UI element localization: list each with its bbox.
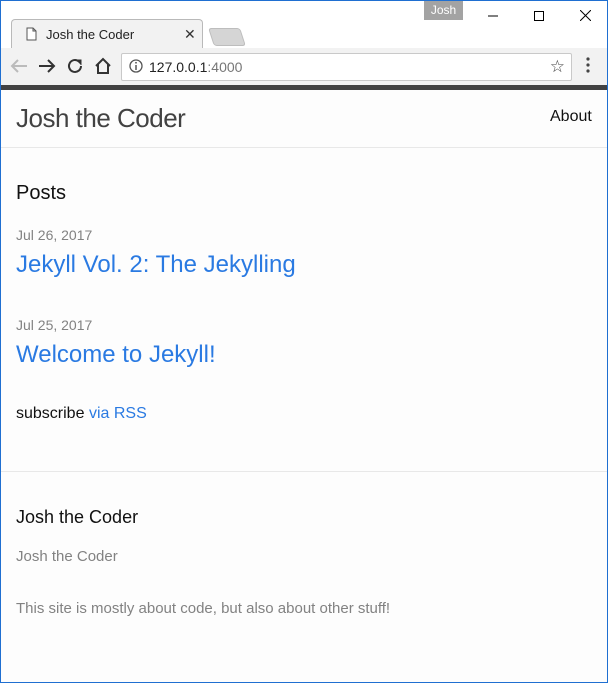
back-arrow-icon bbox=[10, 59, 27, 73]
forward-arrow-icon bbox=[39, 59, 56, 73]
post-date: Jul 26, 2017 bbox=[16, 227, 93, 243]
url-text: 127.0.0.1:4000 bbox=[149, 59, 242, 75]
site-title-link[interactable]: Josh the Coder bbox=[16, 103, 186, 134]
close-window-button[interactable] bbox=[562, 1, 607, 30]
bookmark-star-icon[interactable]: ☆ bbox=[550, 57, 565, 77]
footer-description: This site is mostly about code, but also… bbox=[16, 600, 391, 617]
footer-heading: Josh the Coder bbox=[16, 507, 139, 527]
document-icon bbox=[26, 27, 37, 41]
address-bar[interactable]: 127.0.0.1:4000 ☆ bbox=[121, 53, 572, 81]
site-header: Josh the Coder About bbox=[1, 90, 607, 148]
profile-badge[interactable]: Josh bbox=[424, 1, 463, 20]
forward-button[interactable] bbox=[37, 56, 57, 76]
browser-window: Josh Josh the Coder ✕ 127.0.0.1:4000 ☆ J… bbox=[0, 0, 608, 683]
close-icon bbox=[579, 10, 591, 21]
reload-icon bbox=[68, 58, 82, 73]
footer-author-name: Josh the Coder bbox=[16, 548, 118, 565]
tab-title: Josh the Coder bbox=[46, 27, 135, 42]
post-title-link[interactable]: Welcome to Jekyll! bbox=[16, 341, 216, 369]
url-host: 127.0.0.1 bbox=[149, 59, 208, 75]
maximize-icon bbox=[534, 10, 544, 21]
post-date: Jul 25, 2017 bbox=[16, 317, 93, 333]
posts-heading: Posts bbox=[16, 182, 67, 204]
minimize-button[interactable] bbox=[470, 1, 516, 30]
home-button[interactable] bbox=[93, 56, 113, 76]
url-port: :4000 bbox=[207, 59, 243, 75]
browser-toolbar: 127.0.0.1:4000 ☆ bbox=[1, 48, 607, 86]
home-icon bbox=[95, 57, 111, 74]
tab-close-icon[interactable]: ✕ bbox=[184, 26, 196, 43]
site-footer: Josh the Coder Josh the Coder This site … bbox=[1, 471, 607, 682]
browser-tab[interactable]: Josh the Coder ✕ bbox=[11, 19, 203, 49]
post-title-link[interactable]: Jekyll Vol. 2: The Jekylling bbox=[16, 251, 296, 279]
subscribe-text: subscribe bbox=[16, 405, 85, 422]
new-tab-button[interactable] bbox=[208, 28, 246, 46]
info-icon[interactable] bbox=[129, 59, 143, 73]
title-bar: Josh Josh the Coder ✕ bbox=[1, 1, 607, 49]
reload-button[interactable] bbox=[65, 56, 85, 76]
rss-link[interactable]: via RSS bbox=[89, 405, 147, 422]
back-button[interactable] bbox=[9, 56, 29, 76]
subscribe-line: subscribe via RSS bbox=[16, 405, 147, 423]
page-content: Josh the Coder About Posts Jul 26, 2017 … bbox=[1, 90, 607, 682]
nav-about-link[interactable]: About bbox=[550, 108, 592, 126]
maximize-button[interactable] bbox=[516, 1, 562, 30]
browser-menu-button[interactable] bbox=[586, 57, 590, 78]
minimize-icon bbox=[488, 15, 498, 16]
kebab-menu-icon bbox=[586, 57, 590, 73]
